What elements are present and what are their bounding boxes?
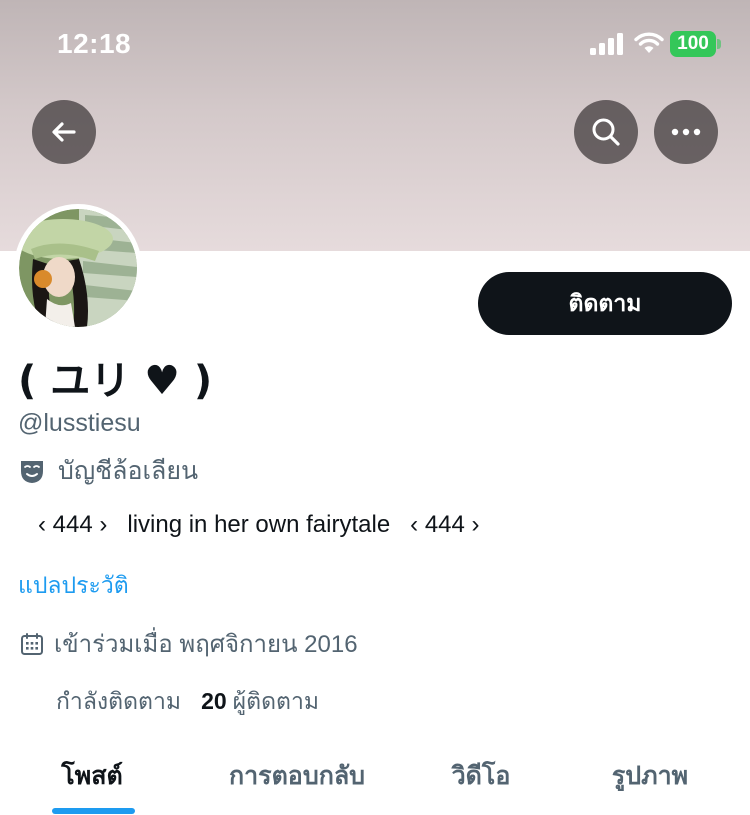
back-arrow-icon bbox=[52, 122, 76, 142]
signal-icon bbox=[590, 33, 623, 55]
active-tab-indicator bbox=[52, 808, 135, 814]
parody-label-text: บัญชีล้อเลียน bbox=[58, 457, 199, 485]
tab-posts[interactable]: โพสต์ bbox=[61, 756, 122, 796]
more-icon bbox=[671, 128, 701, 136]
parody-account-label: บัญชีล้อเลียน bbox=[18, 451, 198, 491]
follow-stats: กำลังติดตาม 20 ผู้ติดตาม bbox=[56, 684, 319, 720]
search-button[interactable] bbox=[574, 100, 638, 164]
profile-bio: ‹ 444 › living in her own fairytale ‹ 44… bbox=[38, 511, 480, 538]
profile-handle: @lusstiesu bbox=[18, 409, 141, 437]
calendar-icon bbox=[21, 632, 43, 655]
status-time: 12:18 bbox=[57, 28, 132, 59]
battery-nub bbox=[717, 39, 721, 49]
follow-button[interactable]: ติดตาม bbox=[478, 272, 732, 335]
more-options-button[interactable] bbox=[654, 100, 718, 164]
followers-link[interactable]: ผู้ติดตาม bbox=[233, 684, 319, 720]
status-bar: 12:18 100 bbox=[0, 0, 750, 90]
parody-mask-icon bbox=[21, 461, 43, 483]
display-name: ( ユリ ♥ ) bbox=[18, 358, 213, 404]
join-date-text: เข้าร่วมเมื่อ พฤศจิกายน 2016 bbox=[54, 631, 358, 658]
back-button[interactable] bbox=[32, 100, 96, 164]
battery-indicator: 100 bbox=[670, 31, 716, 57]
search-icon bbox=[592, 118, 620, 146]
avatar-photo bbox=[19, 209, 137, 327]
wifi-icon bbox=[634, 32, 664, 53]
join-date: เข้าร่วมเมื่อ พฤศจิกายน 2016 bbox=[20, 624, 358, 663]
translate-bio-link[interactable]: แปลประวัติ bbox=[18, 568, 129, 604]
tab-videos[interactable]: วิดีโอ bbox=[452, 756, 511, 796]
tab-photos[interactable]: รูปภาพ bbox=[612, 756, 688, 796]
followers-count[interactable]: 20 bbox=[201, 688, 227, 715]
tab-replies[interactable]: การตอบกลับ bbox=[229, 756, 365, 796]
avatar[interactable] bbox=[14, 204, 142, 332]
following-link[interactable]: กำลังติดตาม bbox=[56, 684, 181, 720]
profile-tabs: โพสต์ การตอบกลับ วิดีโอ รูปภาพ bbox=[0, 740, 750, 815]
